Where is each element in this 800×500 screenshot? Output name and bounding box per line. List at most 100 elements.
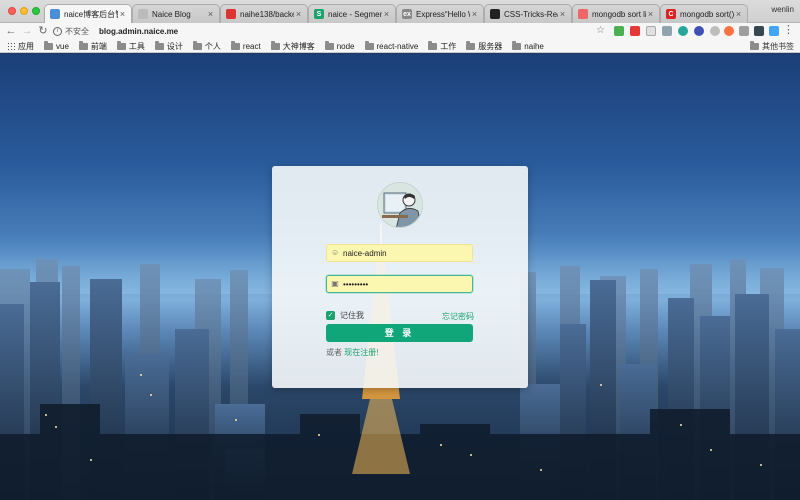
- folder-icon: [466, 40, 476, 50]
- bookmark-folder[interactable]: naihe: [512, 40, 544, 51]
- bookmark-apps[interactable]: 应用: [7, 41, 34, 52]
- extension-shield-icon[interactable]: [614, 26, 624, 36]
- extension-circle-icon[interactable]: [710, 26, 720, 36]
- bookmark-label: react: [242, 41, 261, 51]
- folder-icon: [154, 40, 164, 50]
- close-tab-icon[interactable]: ×: [294, 9, 303, 19]
- forward-arrow-icon[interactable]: →: [21, 25, 33, 37]
- other-bookmarks-label: 其他书签: [762, 42, 794, 51]
- browser-tab[interactable]: ex Express“Hello World”×: [396, 4, 484, 23]
- info-icon[interactable]: i: [53, 27, 62, 36]
- bookmarks-bar: 应用 vue 前端 工具 设计 个人 react 大神博客 node react-native 工作…: [0, 40, 800, 53]
- folder-icon: [192, 40, 202, 50]
- browser-tab[interactable]: naice博客后台管理×: [44, 4, 132, 23]
- browser-tab[interactable]: Snaice - SegmentFault×: [308, 4, 396, 23]
- minimize-window-button[interactable]: [20, 7, 28, 15]
- bookmark-label: 个人: [204, 41, 221, 51]
- tab-favicon-icon: [138, 9, 148, 19]
- bookmark-folder[interactable]: 前端: [78, 40, 107, 52]
- tab-favicon-icon: [578, 9, 588, 19]
- folder-icon: [44, 40, 53, 50]
- tab-favicon-icon: [226, 9, 236, 19]
- bookmark-label: 应用: [18, 41, 34, 51]
- close-tab-icon[interactable]: ×: [382, 9, 391, 19]
- bookmark-folder[interactable]: 个人: [192, 40, 221, 52]
- remember-me-option[interactable]: ✓ 记住我: [326, 310, 364, 321]
- close-tab-icon[interactable]: ×: [646, 9, 655, 19]
- extension-orange-icon[interactable]: [724, 26, 734, 36]
- close-tab-icon[interactable]: ×: [206, 9, 215, 19]
- password-field[interactable]: ▣ •••••••••: [326, 275, 473, 293]
- tab-favicon-icon: [490, 9, 500, 19]
- tab-title: CSS-Tricks-React: [504, 9, 558, 19]
- tab-title: Naice Blog: [152, 9, 191, 19]
- bookmark-folder[interactable]: 服务器: [466, 40, 503, 52]
- bookmark-label: node: [336, 41, 355, 51]
- browser-tab[interactable]: Naice Blog ×: [132, 4, 220, 23]
- bookmark-folder[interactable]: react: [230, 40, 261, 51]
- close-window-button[interactable]: [8, 7, 16, 15]
- folder-icon: [230, 40, 240, 50]
- folder-icon: [364, 40, 374, 50]
- bookmark-folder[interactable]: 设计: [154, 40, 183, 52]
- extension-grey-icon[interactable]: [646, 26, 656, 36]
- extension-tool-icon[interactable]: [662, 26, 672, 36]
- extension-dark-icon[interactable]: [754, 26, 764, 36]
- bookmark-folder[interactable]: 工作: [428, 40, 456, 52]
- close-tab-icon[interactable]: ×: [558, 9, 567, 19]
- close-tab-icon[interactable]: ×: [118, 9, 127, 19]
- bookmark-folder[interactable]: 大神博客: [270, 40, 315, 52]
- bookmark-star-icon[interactable]: ☆: [596, 25, 605, 36]
- tab-title: mongodb sort()方法: [680, 9, 734, 19]
- apps-grid-icon: [7, 42, 15, 50]
- register-prefix: 或者: [326, 348, 342, 357]
- password-value: •••••••••: [343, 279, 369, 289]
- tab-favicon-icon: C: [666, 9, 676, 19]
- extension-teal-icon[interactable]: [678, 26, 688, 36]
- tab-title: mongodb sort limit: [592, 9, 646, 19]
- bookmark-folder[interactable]: node: [324, 40, 355, 51]
- login-card: ☺ naice-admin ▣ ••••••••• ✓ 记住我 忘记密码 登 录…: [272, 166, 528, 388]
- bookmark-folder[interactable]: 工具: [116, 40, 145, 52]
- maximize-window-button[interactable]: [32, 7, 40, 15]
- reload-icon[interactable]: ↻: [37, 25, 49, 37]
- extension-blue-icon[interactable]: [694, 26, 704, 36]
- close-tab-icon[interactable]: ×: [470, 9, 479, 19]
- tab-title: naice博客后台管理: [64, 9, 118, 19]
- browser-tab[interactable]: mongodb sort limit×: [572, 4, 660, 23]
- more-menu-icon[interactable]: ⋮: [783, 24, 794, 37]
- address-bar[interactable]: i 不安全 blog.admin.naice.me: [53, 24, 609, 39]
- extension-light-blue-icon[interactable]: [769, 26, 779, 36]
- user-icon: ☺: [331, 248, 340, 257]
- folder-icon: [116, 40, 126, 50]
- extension-gear-icon[interactable]: [739, 26, 749, 36]
- profile-name[interactable]: wenlin: [771, 5, 794, 14]
- remember-checkbox[interactable]: ✓: [326, 311, 335, 320]
- folder-icon: [428, 40, 438, 50]
- browser-tab[interactable]: naihe138/backend×: [220, 4, 308, 23]
- back-arrow-icon[interactable]: ←: [5, 25, 17, 37]
- login-button[interactable]: 登 录: [326, 324, 473, 342]
- forgot-password-link[interactable]: 忘记密码: [442, 311, 474, 322]
- tab-bar: naice博客后台管理×Naice Blog×naihe138/backend×…: [0, 0, 800, 23]
- close-tab-icon[interactable]: ×: [734, 9, 743, 19]
- tab-favicon-icon: [50, 9, 60, 19]
- folder-icon: [324, 40, 334, 50]
- user-avatar: [377, 182, 423, 228]
- bookmark-folder[interactable]: vue: [44, 40, 69, 51]
- browser-tab[interactable]: CSS-Tricks-React×: [484, 4, 572, 23]
- register-link[interactable]: 现在注册!: [344, 348, 378, 357]
- bookmark-folder[interactable]: react-native: [364, 40, 418, 51]
- username-value: naice-admin: [343, 248, 387, 258]
- bookmark-label: 服务器: [478, 41, 503, 51]
- tab-strip: naice博客后台管理×Naice Blog×naihe138/backend×…: [44, 4, 748, 23]
- url-text[interactable]: blog.admin.naice.me: [99, 27, 178, 36]
- browser-tab[interactable]: Cmongodb sort()方法×: [660, 4, 748, 23]
- bookmark-label: naihe: [524, 41, 544, 51]
- username-field[interactable]: ☺ naice-admin: [326, 244, 473, 262]
- folder-icon: [78, 40, 88, 50]
- folder-icon: [512, 40, 522, 50]
- folder-icon: [270, 40, 280, 50]
- extension-red-icon[interactable]: [630, 26, 640, 36]
- other-bookmarks[interactable]: 其他书签: [750, 40, 794, 53]
